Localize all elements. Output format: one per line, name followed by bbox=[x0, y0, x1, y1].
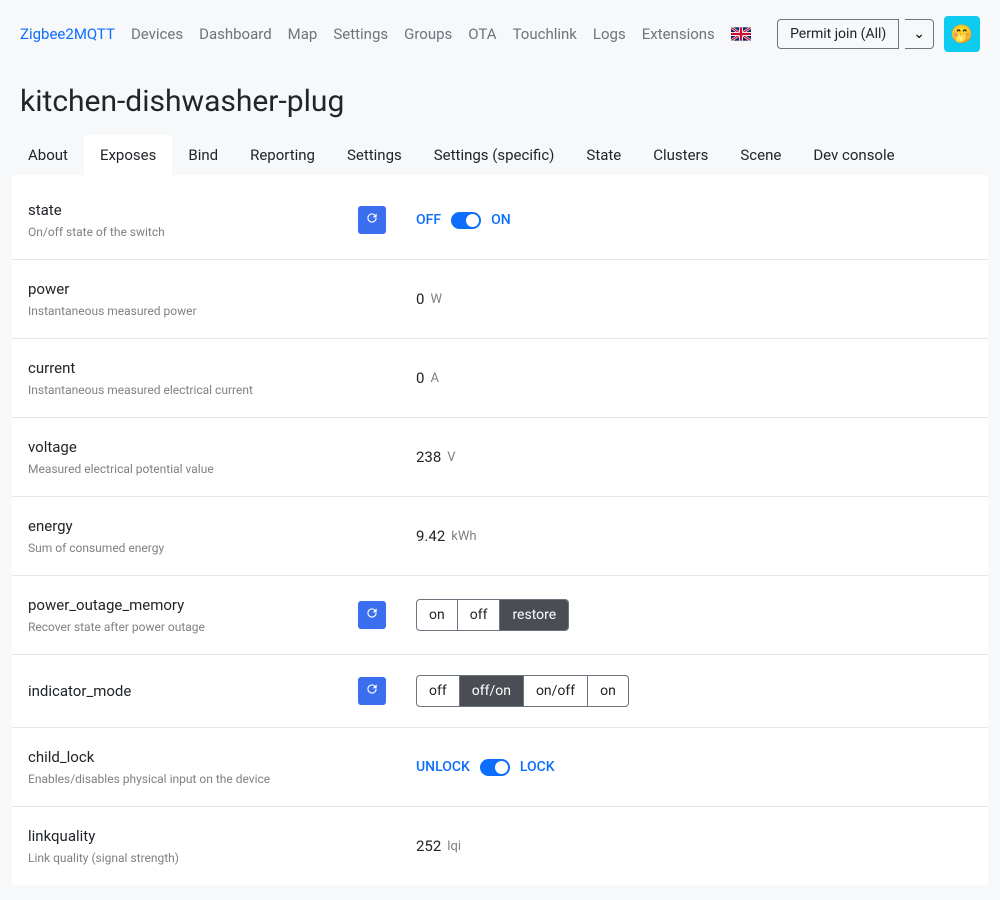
value-current: 0 bbox=[416, 369, 424, 387]
permit-join-group: Permit join (All) ⌄ 🤭 bbox=[777, 16, 980, 52]
nav-map[interactable]: Map bbox=[288, 25, 318, 43]
row-power-outage-memory: power_outage_memory Recover state after … bbox=[12, 576, 988, 655]
refresh-icon bbox=[365, 211, 379, 229]
row-linkquality: linkquality Link quality (signal strengt… bbox=[12, 807, 988, 885]
refresh-icon bbox=[365, 606, 379, 624]
nav-ota[interactable]: OTA bbox=[468, 25, 496, 43]
brand-link[interactable]: Zigbee2MQTT bbox=[20, 25, 115, 43]
row-indicator-mode: indicator_mode off off/on on/off on bbox=[12, 655, 988, 728]
desc-linkquality: Link quality (signal strength) bbox=[28, 851, 358, 865]
state-on-label: ON bbox=[491, 212, 511, 228]
childlock-lock-label: LOCK bbox=[520, 759, 555, 775]
label-state: state bbox=[28, 201, 358, 219]
nav-touchlink[interactable]: Touchlink bbox=[513, 25, 577, 43]
unit-energy: kWh bbox=[451, 529, 476, 544]
device-tabs: About Exposes Bind Reporting Settings Se… bbox=[0, 135, 1000, 175]
state-toggle-wrap: OFF ON bbox=[416, 212, 511, 229]
row-voltage: voltage Measured electrical potential va… bbox=[12, 418, 988, 497]
refresh-icon bbox=[365, 682, 379, 700]
tab-bind[interactable]: Bind bbox=[172, 135, 234, 175]
indicator-option-offon[interactable]: off/on bbox=[460, 676, 524, 706]
pom-button-group: on off restore bbox=[416, 599, 569, 631]
top-nav: Zigbee2MQTT Devices Dashboard Map Settin… bbox=[0, 0, 1000, 68]
indicator-button-group: off off/on on/off on bbox=[416, 675, 629, 707]
nav-settings[interactable]: Settings bbox=[333, 25, 388, 43]
label-voltage: voltage bbox=[28, 438, 358, 456]
refresh-state-button[interactable] bbox=[358, 206, 386, 234]
desc-power: Instantaneous measured power bbox=[28, 304, 358, 318]
pom-option-on[interactable]: on bbox=[417, 600, 458, 630]
locale-flag-icon[interactable] bbox=[731, 27, 751, 41]
row-state: state On/off state of the switch OFF ON bbox=[12, 181, 988, 260]
label-power: power bbox=[28, 280, 358, 298]
tab-scene[interactable]: Scene bbox=[724, 135, 797, 175]
row-energy: energy Sum of consumed energy 9.42 kWh bbox=[12, 497, 988, 576]
value-voltage: 238 bbox=[416, 448, 441, 466]
tab-exposes[interactable]: Exposes bbox=[84, 135, 172, 175]
label-energy: energy bbox=[28, 517, 358, 535]
value-linkquality: 252 bbox=[416, 837, 441, 855]
permit-join-button[interactable]: Permit join (All) bbox=[777, 19, 899, 49]
value-power: 0 bbox=[416, 290, 424, 308]
desc-state: On/off state of the switch bbox=[28, 225, 358, 239]
nav-groups[interactable]: Groups bbox=[404, 25, 452, 43]
pom-option-off[interactable]: off bbox=[458, 600, 501, 630]
tab-settings[interactable]: Settings bbox=[331, 135, 418, 175]
label-linkquality: linkquality bbox=[28, 827, 358, 845]
state-toggle[interactable] bbox=[451, 212, 481, 229]
nav-logs[interactable]: Logs bbox=[593, 25, 626, 43]
unit-linkquality: lqi bbox=[447, 839, 461, 854]
indicator-option-onoff[interactable]: on/off bbox=[524, 676, 588, 706]
nav-dashboard[interactable]: Dashboard bbox=[199, 25, 272, 43]
permit-join-dropdown[interactable]: ⌄ bbox=[905, 19, 934, 49]
tab-settings-specific[interactable]: Settings (specific) bbox=[418, 135, 571, 175]
refresh-pom-button[interactable] bbox=[358, 601, 386, 629]
nav-extensions[interactable]: Extensions bbox=[642, 25, 715, 43]
row-child-lock: child_lock Enables/disables physical inp… bbox=[12, 728, 988, 807]
tab-about[interactable]: About bbox=[12, 135, 84, 175]
state-off-label: OFF bbox=[416, 212, 441, 228]
desc-current: Instantaneous measured electrical curren… bbox=[28, 383, 358, 397]
label-current: current bbox=[28, 359, 358, 377]
tab-reporting[interactable]: Reporting bbox=[234, 135, 331, 175]
unit-power: W bbox=[430, 292, 442, 307]
childlock-toggle[interactable] bbox=[480, 759, 510, 776]
label-indicator: indicator_mode bbox=[28, 682, 358, 700]
tab-clusters[interactable]: Clusters bbox=[637, 135, 724, 175]
chevron-down-icon: ⌄ bbox=[913, 26, 925, 42]
label-childlock: child_lock bbox=[28, 748, 358, 766]
row-power: power Instantaneous measured power 0 W bbox=[12, 260, 988, 339]
childlock-unlock-label: UNLOCK bbox=[416, 759, 470, 775]
desc-energy: Sum of consumed energy bbox=[28, 541, 358, 555]
theme-toggle-button[interactable]: 🤭 bbox=[944, 16, 980, 52]
value-energy: 9.42 bbox=[416, 527, 445, 545]
row-current: current Instantaneous measured electrica… bbox=[12, 339, 988, 418]
refresh-indicator-button[interactable] bbox=[358, 677, 386, 705]
unit-current: A bbox=[430, 371, 438, 386]
nav-devices[interactable]: Devices bbox=[131, 25, 183, 43]
indicator-option-off[interactable]: off bbox=[417, 676, 460, 706]
desc-childlock: Enables/disables physical input on the d… bbox=[28, 772, 358, 786]
label-pom: power_outage_memory bbox=[28, 596, 358, 614]
page-title: kitchen-dishwasher-plug bbox=[0, 68, 1000, 135]
exposes-panel: state On/off state of the switch OFF ON … bbox=[12, 175, 988, 885]
pom-option-restore[interactable]: restore bbox=[500, 600, 568, 630]
unit-voltage: V bbox=[447, 450, 455, 465]
childlock-toggle-wrap: UNLOCK LOCK bbox=[416, 759, 555, 776]
tab-state[interactable]: State bbox=[570, 135, 637, 175]
desc-pom: Recover state after power outage bbox=[28, 620, 358, 634]
tab-dev-console[interactable]: Dev console bbox=[797, 135, 910, 175]
desc-voltage: Measured electrical potential value bbox=[28, 462, 358, 476]
indicator-option-on[interactable]: on bbox=[588, 676, 628, 706]
